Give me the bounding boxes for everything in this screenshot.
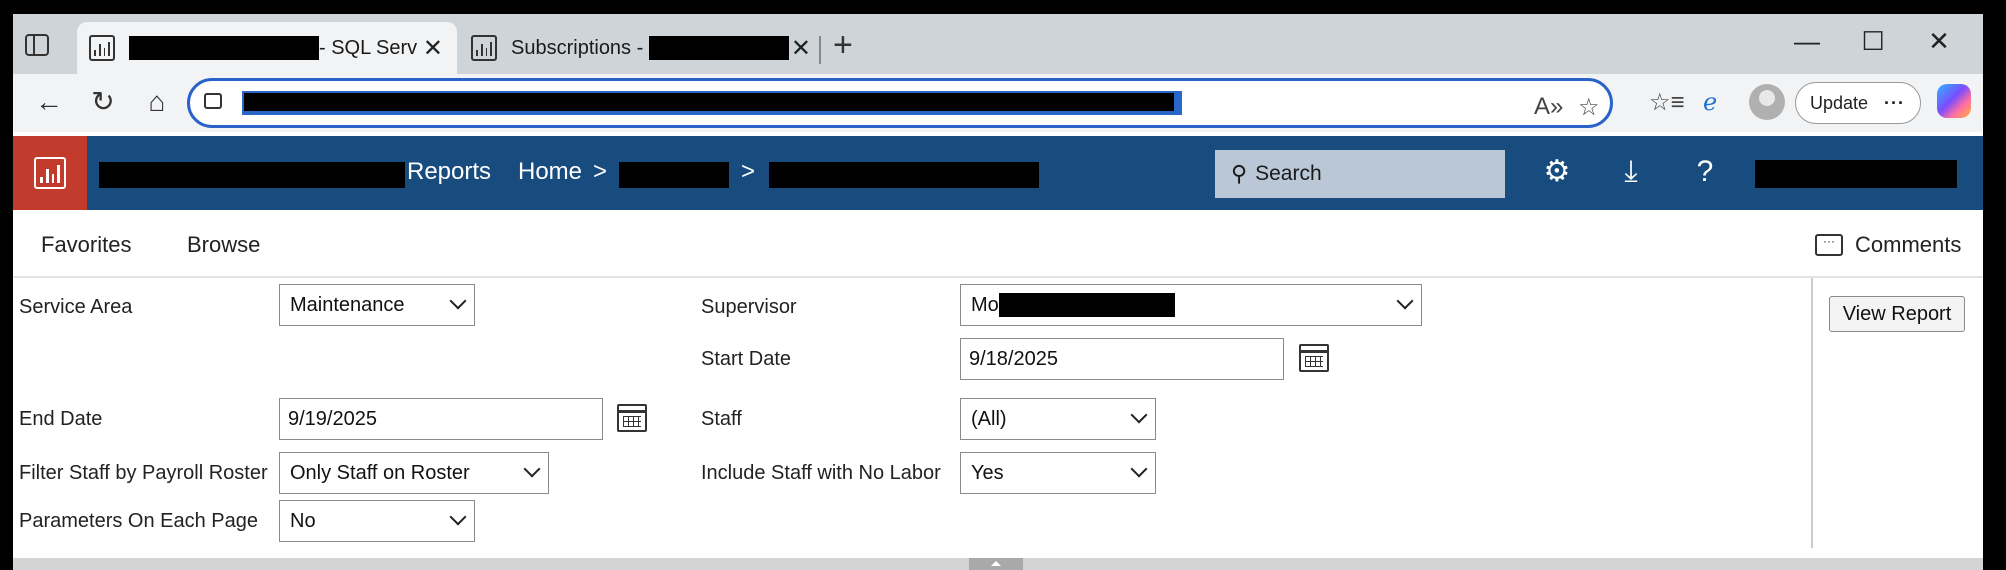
chevron-down-icon (1130, 460, 1148, 478)
service-area-value: Maintenance (290, 293, 405, 316)
filter-roster-label: Filter Staff by Payroll Roster (19, 462, 268, 484)
tab-actions-icon[interactable] (25, 34, 49, 56)
staff-label: Staff (701, 408, 742, 430)
parameters-divider (1811, 278, 1813, 548)
filter-roster-value: Only Staff on Roster (290, 461, 470, 484)
chevron-down-icon (523, 460, 541, 478)
params-each-page-select[interactable]: No (279, 500, 475, 542)
lock-icon[interactable] (204, 93, 222, 109)
collapse-parameters-icon[interactable] (969, 558, 1023, 570)
supervisor-select[interactable]: Mo (960, 284, 1422, 326)
download-icon[interactable]: ⤓ (1611, 154, 1651, 190)
ie-mode-icon[interactable]: ℯ (1703, 88, 1717, 117)
minimize-icon[interactable]: — (1787, 26, 1827, 57)
breadcrumb-separator: > (593, 158, 608, 185)
settings-gear-icon[interactable]: ⚙ (1537, 154, 1577, 190)
view-report-button[interactable]: View Report (1829, 296, 1965, 332)
home-icon[interactable]: ⌂ (139, 86, 175, 118)
update-label: Update (1810, 92, 1869, 113)
staff-select[interactable]: (All) (960, 398, 1156, 440)
report-logo-icon (34, 157, 66, 189)
browse-menu[interactable]: Browse (187, 232, 260, 258)
search-box[interactable]: ⚲ Search (1215, 150, 1505, 198)
tab-strip: - SQL Serv ✕ Subscriptions - ✕ + — ☐ ✕ (13, 14, 1983, 74)
breadcrumb-home[interactable]: Home (518, 158, 582, 186)
tab-subscriptions[interactable]: Subscriptions - ✕ (459, 22, 825, 74)
address-bar[interactable]: A» ☆ (187, 78, 1613, 128)
end-date-label: End Date (19, 408, 103, 430)
browser-window: - SQL Serv ✕ Subscriptions - ✕ + — ☐ ✕ ←… (13, 14, 1983, 570)
comments-button[interactable]: ··· Comments (1815, 232, 1961, 258)
profile-avatar[interactable] (1749, 84, 1785, 120)
redacted-site-name (99, 162, 405, 188)
start-date-label: Start Date (701, 348, 792, 370)
tab-title: - SQL Serv (319, 36, 418, 59)
update-button[interactable]: Update ··· (1795, 82, 1921, 124)
copilot-icon[interactable] (1937, 84, 1971, 118)
close-tab-icon[interactable]: ✕ (791, 34, 811, 63)
reports-title[interactable]: Reports (407, 158, 491, 186)
favorites-menu[interactable]: Favorites (41, 232, 131, 258)
chevron-down-icon (449, 292, 467, 310)
read-aloud-icon[interactable]: A» (1534, 93, 1563, 121)
new-tab-icon[interactable]: + (833, 28, 853, 62)
supervisor-label: Supervisor (701, 296, 797, 318)
include-no-labor-label: Include Staff with No Labor (701, 462, 941, 484)
end-date-input[interactable]: 9/19/2025 (279, 398, 603, 440)
comments-label: Comments (1855, 232, 1962, 257)
chevron-down-icon (1396, 292, 1414, 310)
params-each-page-label: Parameters On Each Page (19, 510, 259, 532)
redacted-supervisor-name (998, 293, 1175, 317)
service-area-select[interactable]: Maintenance (279, 284, 475, 326)
comment-icon: ··· (1815, 234, 1843, 256)
filter-roster-select[interactable]: Only Staff on Roster (279, 452, 549, 494)
more-icon[interactable]: ··· (1884, 93, 1905, 114)
redacted-breadcrumb-report (769, 162, 1039, 188)
end-date-value: 9/19/2025 (288, 407, 377, 430)
app-header: Reports Home > > ⚲ Search ⚙ ⤓ ? (13, 136, 1983, 210)
start-date-input[interactable]: 9/18/2025 (960, 338, 1284, 380)
report-icon (89, 35, 115, 61)
help-icon[interactable]: ? (1685, 154, 1725, 190)
screen: - SQL Serv ✕ Subscriptions - ✕ + — ☐ ✕ ←… (0, 0, 2006, 570)
redacted-user-name[interactable] (1755, 160, 1957, 188)
tab-sql-server[interactable]: - SQL Serv ✕ (77, 22, 457, 74)
search-icon: ⚲ (1231, 161, 1248, 186)
tab-title: Subscriptions - (511, 36, 644, 59)
close-tab-icon[interactable]: ✕ (423, 34, 443, 63)
supervisor-value: Mo (971, 293, 999, 316)
calendar-icon[interactable] (617, 404, 647, 432)
maximize-icon[interactable]: ☐ (1853, 26, 1893, 57)
refresh-icon[interactable]: ↻ (85, 86, 121, 118)
redacted-url[interactable] (242, 91, 1182, 115)
params-each-page-value: No (290, 509, 316, 532)
redacted-breadcrumb-folder[interactable] (619, 162, 729, 188)
service-area-label: Service Area (19, 296, 133, 318)
breadcrumb-separator: > (741, 158, 756, 185)
calendar-icon[interactable] (1299, 344, 1329, 372)
back-icon[interactable]: ← (31, 86, 67, 118)
favorite-star-icon[interactable]: ☆ (1578, 93, 1600, 122)
staff-value: (All) (971, 407, 1007, 430)
menu-bar: Favorites Browse ··· Comments (13, 210, 1983, 278)
ssrs-logo[interactable] (13, 136, 87, 210)
chevron-down-icon (1130, 406, 1148, 424)
include-no-labor-select[interactable]: Yes (960, 452, 1156, 494)
redacted-text (129, 36, 319, 60)
favorites-icon[interactable]: ☆≡ (1649, 88, 1685, 117)
search-label: Search (1255, 162, 1322, 185)
navigation-bar: ← ↻ ⌂ A» ☆ ☆≡ ℯ Update ··· (13, 74, 1983, 132)
include-no-labor-value: Yes (971, 461, 1004, 484)
report-icon (471, 35, 497, 61)
tab-separator (819, 36, 821, 64)
report-parameters: Service Area Maintenance Supervisor Mo V… (13, 278, 1983, 558)
close-window-icon[interactable]: ✕ (1919, 26, 1959, 57)
start-date-value: 9/18/2025 (969, 347, 1058, 370)
chevron-down-icon (449, 508, 467, 526)
redacted-text (649, 36, 790, 60)
